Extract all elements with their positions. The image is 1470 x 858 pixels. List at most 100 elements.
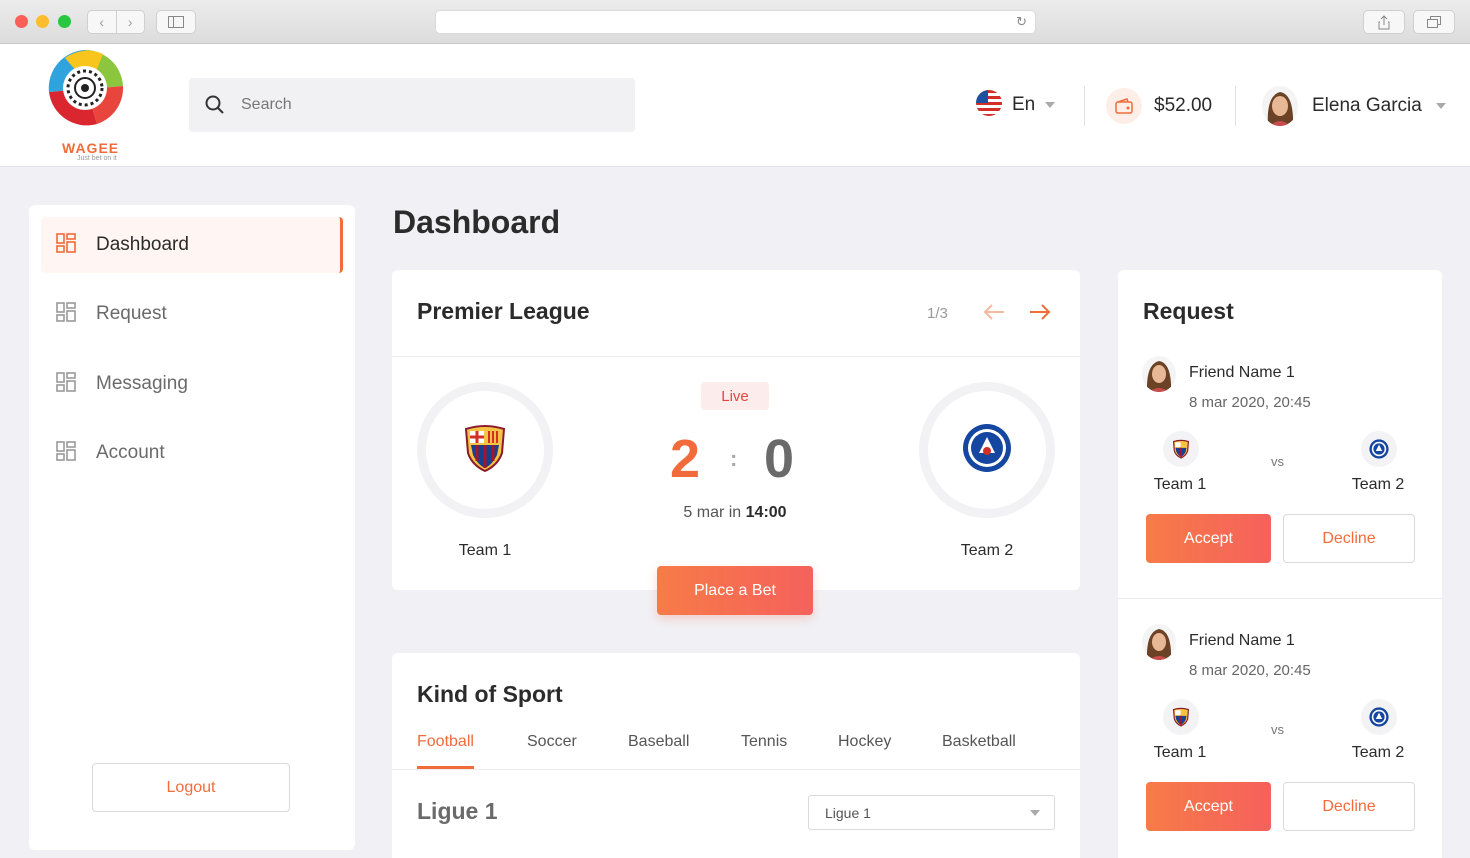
league-select[interactable]: Ligue 1	[808, 795, 1055, 830]
request-team2: Team 2	[1351, 476, 1405, 493]
arrow-right-icon[interactable]	[1028, 302, 1052, 327]
avatar	[1262, 86, 1298, 126]
divider	[1235, 86, 1236, 126]
user-name: Elena Garcia	[1312, 95, 1422, 116]
wallet-balance[interactable]: $52.00	[1106, 88, 1212, 124]
user-menu[interactable]: Elena Garcia	[1262, 86, 1446, 126]
request-item: Friend Name 1 8 mar 2020, 20:45 Team 1 v…	[1118, 356, 1442, 618]
minimize-window-button[interactable]	[36, 15, 49, 28]
barcelona-crest-icon	[1163, 431, 1199, 467]
language-selector[interactable]: En	[976, 89, 1056, 121]
balance-amount: $52.00	[1154, 95, 1213, 116]
request-item: Friend Name 1 8 mar 2020, 20:45 Team 1 v…	[1118, 624, 1442, 858]
vs-label: vs	[1271, 454, 1284, 469]
divider	[1084, 86, 1085, 126]
sidebar-item-request[interactable]: Request	[41, 286, 343, 342]
place-bet-button[interactable]: Place a Bet	[657, 566, 813, 615]
accept-button[interactable]: Accept	[1146, 782, 1271, 831]
maximize-window-button[interactable]	[58, 15, 71, 28]
match-card: Premier League 1/3 Team 1 Live 2: 0 5 m…	[392, 270, 1080, 615]
sidebar-item-messaging[interactable]: Messaging	[41, 356, 343, 412]
chelsea-crest-icon	[1361, 431, 1397, 467]
divider	[1118, 598, 1442, 599]
match-time: 14:00	[745, 504, 787, 521]
grid-icon	[56, 301, 76, 327]
league-select-value: Ligue 1	[825, 804, 871, 821]
share-icon[interactable]	[1363, 10, 1405, 34]
request-date: 8 mar 2020, 20:45	[1189, 662, 1311, 679]
request-card: Request Friend Name 1 8 mar 2020, 20:45 …	[1118, 270, 1442, 858]
back-icon[interactable]: ‹	[88, 11, 117, 33]
avatar	[1142, 356, 1176, 392]
tab-tennis[interactable]: Tennis	[741, 733, 787, 766]
grid-icon	[56, 371, 76, 397]
tab-soccer[interactable]: Soccer	[527, 733, 577, 766]
sidebar-item-dashboard[interactable]: Dashboard	[41, 217, 343, 273]
language-label: En	[1012, 94, 1036, 115]
reload-icon[interactable]: ↻	[1016, 14, 1027, 30]
home-team-name: Team 1	[458, 542, 512, 559]
accept-button[interactable]: Accept	[1146, 514, 1271, 563]
decline-button[interactable]: Decline	[1283, 514, 1415, 563]
sidebar-item-label: Account	[96, 442, 165, 463]
app-header: WAGEE Just bet on it En	[0, 44, 1470, 167]
chelsea-crest-icon	[1361, 699, 1397, 735]
arrow-left-icon[interactable]	[982, 302, 1006, 327]
request-card-title: Request	[1143, 298, 1234, 324]
grid-icon	[56, 232, 76, 258]
friend-name: Friend Name 1	[1189, 364, 1295, 381]
league-section-title: Ligue 1	[417, 798, 498, 824]
score-separator: :	[730, 446, 738, 471]
search-icon	[205, 95, 225, 120]
close-window-button[interactable]	[15, 15, 28, 28]
tab-baseball[interactable]: Baseball	[628, 733, 689, 766]
browser-toolbar: ‹ › ↻	[0, 0, 1470, 44]
sidebar-item-account[interactable]: Account	[41, 425, 343, 481]
sidebar-item-label: Messaging	[96, 373, 188, 394]
browser-nav-buttons: ‹ ›	[87, 10, 145, 34]
page-title: Dashboard	[393, 204, 561, 240]
forward-icon[interactable]: ›	[117, 11, 145, 33]
logo-text: WAGEE	[62, 140, 120, 156]
chevron-down-icon	[1045, 102, 1056, 108]
tabs-overview-icon[interactable]	[1413, 10, 1455, 34]
logout-button[interactable]: Logout	[92, 763, 290, 812]
grid-icon	[56, 440, 76, 466]
chevron-down-icon	[1030, 809, 1040, 816]
avatar	[1142, 624, 1176, 660]
live-badge: Live	[701, 382, 769, 410]
us-flag-icon	[976, 89, 1002, 121]
search-bar[interactable]	[189, 78, 635, 132]
search-input[interactable]	[241, 92, 611, 118]
tab-football[interactable]: Football	[417, 733, 474, 769]
logo-tagline: Just bet on it	[77, 155, 117, 162]
request-team2: Team 2	[1351, 744, 1405, 761]
wallet-icon	[1106, 88, 1142, 124]
match-datetime: 5 mar in 14:00	[632, 504, 838, 522]
request-date: 8 mar 2020, 20:45	[1189, 394, 1311, 411]
away-score: 0	[764, 429, 795, 489]
match-date: 5 mar in	[683, 504, 742, 521]
sidebar: Dashboard Request Messaging Account Logo…	[29, 205, 355, 850]
sidebar-item-label: Request	[96, 303, 167, 324]
home-score: 2	[670, 429, 701, 489]
tab-basketball[interactable]: Basketball	[942, 733, 1016, 766]
request-team1: Team 1	[1153, 476, 1207, 493]
request-team1: Team 1	[1153, 744, 1207, 761]
barcelona-crest-icon	[1163, 699, 1199, 735]
url-bar[interactable]: ↻	[435, 10, 1036, 34]
tab-hockey[interactable]: Hockey	[838, 733, 891, 766]
match-card-header: Premier League 1/3	[392, 270, 1080, 357]
sidebar-item-label: Dashboard	[96, 234, 189, 255]
sidebar-toggle-icon[interactable]	[156, 10, 196, 34]
decline-button[interactable]: Decline	[1283, 782, 1415, 831]
home-team-badge	[417, 382, 553, 518]
away-team-badge	[919, 382, 1055, 518]
friend-name: Friend Name 1	[1189, 632, 1295, 649]
sport-tabs: Football Soccer Baseball Tennis Hockey B…	[392, 723, 1080, 770]
sport-card-title: Kind of Sport	[417, 681, 563, 707]
chelsea-crest-icon	[962, 423, 1012, 478]
barcelona-crest-icon	[462, 423, 508, 478]
away-team-name: Team 2	[960, 542, 1014, 559]
pager-indicator: 1/3	[927, 305, 948, 322]
